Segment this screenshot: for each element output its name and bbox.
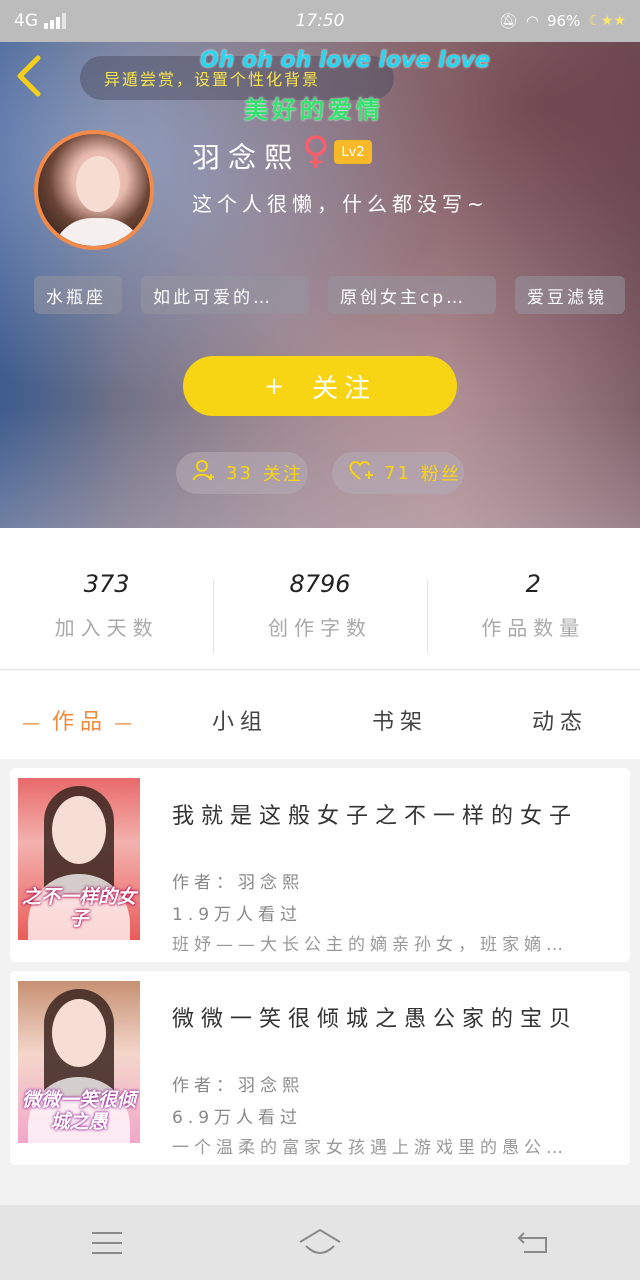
following-label: 关注	[262, 464, 303, 485]
stat-label: 作品数量	[481, 616, 586, 640]
work-title: 微微一笑很倾城之愚公家的宝贝	[172, 1007, 579, 1032]
battery-level: 96%	[547, 12, 581, 30]
tag-item[interactable]: 水瓶座	[34, 276, 122, 314]
cover-face	[52, 999, 106, 1067]
stat-value: 8796	[289, 570, 351, 598]
work-views: 6.9万人看过	[172, 1108, 303, 1128]
following-button[interactable]: 33 关注	[176, 452, 308, 494]
tag-item[interactable]: 如此可爱的…	[141, 276, 309, 314]
stat-value: 373	[83, 570, 130, 598]
work-card[interactable]: 之不一样的女子 我就是这般女子之不一样的女子 作者：羽念熙 1.9万人看过 班妤…	[10, 768, 630, 962]
work-title: 我就是这般女子之不一样的女子	[172, 804, 579, 829]
tag-item[interactable]: 原创女主cp…	[328, 276, 496, 314]
stat-label: 加入天数	[54, 616, 159, 640]
tag-label: 原创女主cp…	[340, 287, 467, 308]
tag-list: 水瓶座 如此可爱的… 原创女主cp… 爱豆滤镜	[0, 276, 640, 314]
stat-join-days: 373 加入天数	[0, 528, 213, 669]
fans-label: 粉丝	[420, 464, 461, 485]
heart-add-icon	[348, 458, 374, 488]
stat-works-count: 2 作品数量	[426, 528, 640, 669]
following-count: 33	[226, 462, 253, 484]
menu-button[interactable]	[77, 1218, 137, 1268]
work-cover: 微微一笑很倾城之愚	[18, 981, 140, 1143]
stat-value: 2	[525, 570, 541, 598]
home-button[interactable]	[290, 1218, 350, 1268]
work-cover: 之不一样的女子	[18, 778, 140, 940]
work-views: 1.9万人看过	[172, 905, 303, 925]
mute-icon: 🔕︎	[498, 12, 518, 30]
lyric-line-1: Oh oh oh love love love	[200, 48, 490, 73]
tag-label: 如此可爱的…	[153, 287, 273, 308]
tab-label: 动态	[531, 710, 588, 735]
tab-bookshelf[interactable]: 书架	[320, 704, 480, 736]
cover-title: 微微一笑很倾城之愚	[22, 1089, 137, 1133]
tag-label: 水瓶座	[46, 287, 106, 308]
work-card[interactable]: 微微一笑很倾城之愚 微微一笑很倾城之愚公家的宝贝 作者：羽念熙 6.9万人看过 …	[10, 971, 630, 1165]
moon-stars-icon: ☾★★	[588, 13, 626, 29]
chevron-left-icon	[17, 55, 41, 97]
back-button[interactable]	[14, 54, 54, 102]
tab-groups[interactable]: 小组	[160, 704, 320, 736]
works-list: 之不一样的女子 我就是这般女子之不一样的女子 作者：羽念熙 1.9万人看过 班妤…	[0, 759, 640, 1205]
menu-icon	[91, 1231, 122, 1254]
tab-label: 书架	[371, 710, 428, 735]
status-bar: 4G 17:50 🔕︎ ◠ 96% ☾★★	[0, 0, 640, 42]
signal-bars-icon	[44, 13, 66, 29]
tag-item[interactable]: 爱豆滤镜	[515, 276, 625, 314]
fans-count: 71	[384, 462, 411, 484]
avatar[interactable]	[34, 130, 154, 250]
tag-label: 爱豆滤镜	[527, 287, 607, 308]
work-description: 一个温柔的富家女孩遇上游戏里的愚公…	[172, 1138, 568, 1158]
user-add-icon-svg	[193, 460, 214, 481]
back-nav-button[interactable]	[503, 1218, 563, 1268]
tab-activity[interactable]: 动态	[480, 704, 640, 736]
username: 羽念熙	[192, 141, 301, 174]
user-add-icon	[192, 458, 216, 488]
network-label: 4G	[14, 11, 38, 31]
fans-button[interactable]: 71 粉丝	[332, 452, 464, 494]
return-icon	[517, 1231, 548, 1253]
cover-title: 之不一样的女子	[22, 886, 137, 930]
cover-face	[52, 796, 106, 864]
user-stats: 373 加入天数 8796 创作字数 2 作品数量	[0, 528, 640, 670]
status-left: 4G	[14, 11, 214, 31]
tab-label: 小组	[211, 710, 268, 735]
stat-label: 创作字数	[267, 616, 372, 640]
home-icon	[299, 1228, 341, 1254]
female-icon: ♀	[302, 128, 330, 172]
follow-label: 关注	[312, 373, 377, 404]
avatar-face	[76, 156, 120, 212]
follow-button[interactable]: + 关注	[183, 356, 457, 416]
status-time: 17:50	[295, 11, 345, 31]
plus-icon: +	[263, 372, 291, 400]
tab-label: 作品	[51, 710, 108, 735]
work-author: 作者：羽念熙	[172, 1076, 304, 1096]
status-right: 🔕︎ ◠ 96% ☾★★	[426, 12, 626, 30]
lyric-line-2: 美好的爱情	[244, 96, 384, 124]
avatar-shirt	[52, 218, 144, 246]
stat-word-count: 8796 创作字数	[213, 528, 426, 669]
wifi-icon: ◠	[525, 12, 539, 30]
profile-tabs: 作品 小组 书架 动态	[0, 671, 640, 759]
tab-works[interactable]: 作品	[0, 704, 160, 736]
work-description: 班妤——大长公主的嫡亲孙女，班家嫡…	[172, 935, 568, 955]
work-author: 作者：羽念熙	[172, 873, 304, 893]
level-badge: Lv2	[334, 140, 372, 164]
system-navigation-bar	[0, 1205, 640, 1280]
heart-add-icon-svg	[349, 461, 373, 480]
user-bio: 这个人很懒，什么都没写~	[192, 192, 489, 216]
